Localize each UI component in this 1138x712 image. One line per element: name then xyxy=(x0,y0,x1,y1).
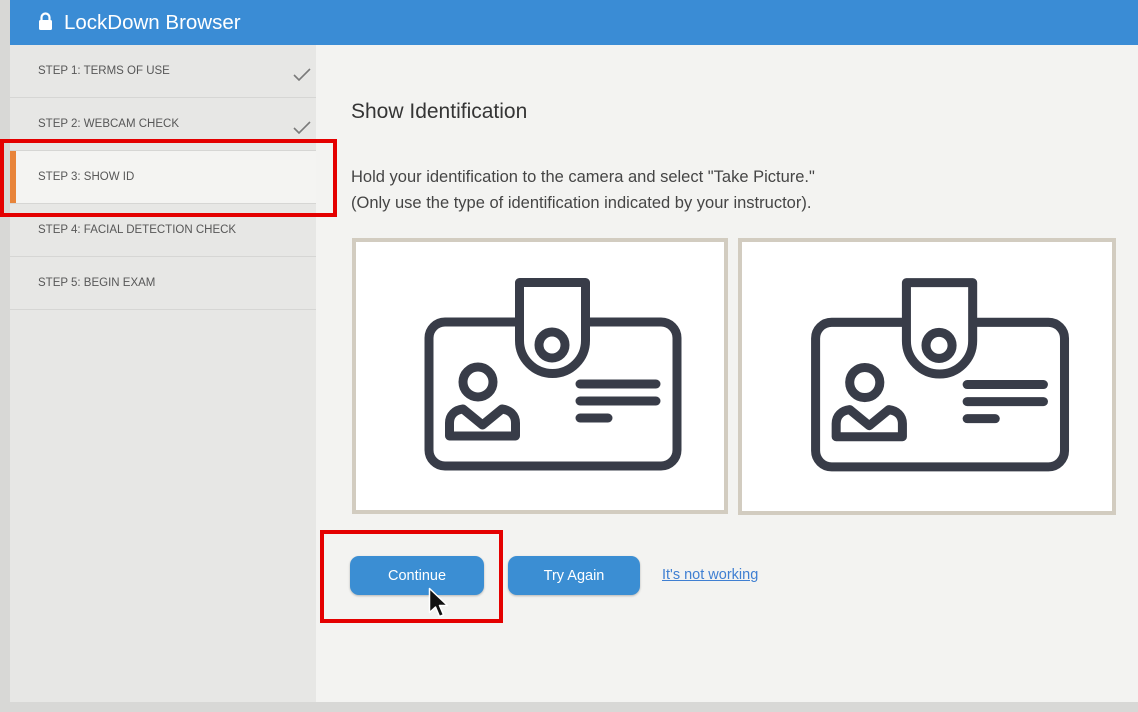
step-item-begin-exam: STEP 5: BEGIN EXAM xyxy=(10,257,316,310)
instruction-line: (Only use the type of identification ind… xyxy=(351,194,812,212)
continue-button[interactable]: Continue xyxy=(350,556,484,595)
step-label: STEP 5: BEGIN EXAM xyxy=(38,277,156,289)
app-title: LockDown Browser xyxy=(64,11,241,34)
step-label: STEP 4: FACIAL DETECTION CHECK xyxy=(38,224,237,236)
check-icon xyxy=(293,121,311,134)
lock-icon xyxy=(38,12,53,31)
page-title: Show Identification xyxy=(351,100,528,123)
step-item-terms-of-use: STEP 1: TERMS OF USE xyxy=(10,45,316,98)
its-not-working-link[interactable]: It's not working xyxy=(662,556,758,595)
step-label: STEP 3: SHOW ID xyxy=(38,171,135,183)
check-icon xyxy=(293,68,311,81)
step-item-show-id: STEP 3: SHOW ID xyxy=(10,151,316,204)
webcam-preview-panel xyxy=(352,238,728,514)
step-item-facial-detection-check: STEP 4: FACIAL DETECTION CHECK xyxy=(10,204,316,257)
app-header: LockDown Browser xyxy=(10,0,1138,45)
try-again-button[interactable]: Try Again xyxy=(508,556,640,595)
step-label: STEP 1: TERMS OF USE xyxy=(38,65,170,77)
captured-picture-panel xyxy=(738,238,1116,515)
step-item-webcam-check: STEP 2: WEBCAM CHECK xyxy=(10,98,316,151)
main-panel: Show Identification Hold your identifica… xyxy=(316,45,1138,702)
steps-sidebar: STEP 1: TERMS OF USE STEP 2: WEBCAM CHEC… xyxy=(10,45,316,702)
id-card-icon xyxy=(424,278,682,471)
step-label: STEP 2: WEBCAM CHECK xyxy=(38,118,180,130)
instruction-line: Hold your identification to the camera a… xyxy=(351,168,815,186)
id-card-icon xyxy=(811,278,1070,472)
